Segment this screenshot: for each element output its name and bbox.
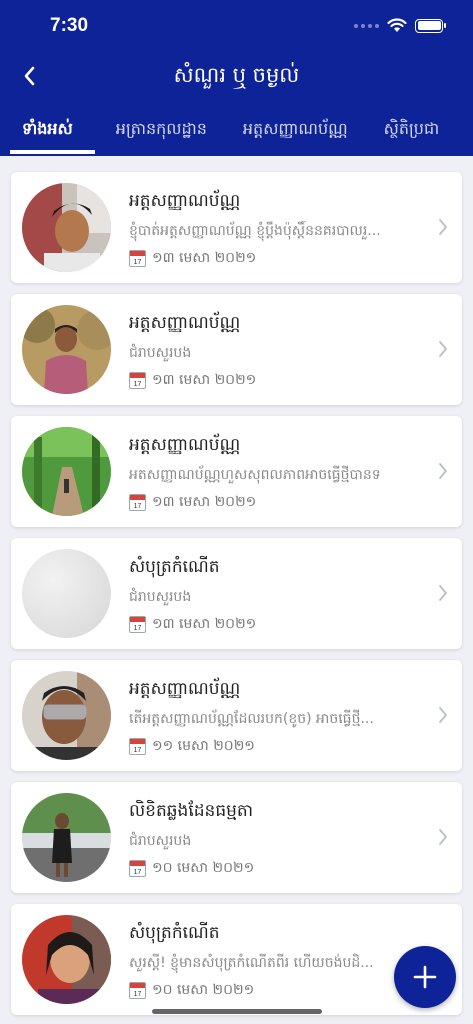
calendar-icon: 17	[129, 494, 146, 511]
tab-id-card[interactable]: អត្តសញ្ញាណប័ណ្ណ	[243, 102, 348, 156]
card-title: អត្តសញ្ញាណប័ណ្ណ	[129, 313, 241, 333]
question-card[interactable]: សំបុត្រកំណើត សួរស្តី! ខ្ញុំមានសំបុត្រកំណ…	[11, 904, 462, 1015]
status-bar: 7:30	[0, 0, 473, 54]
calendar-icon: 17	[129, 616, 146, 633]
chevron-right-icon	[439, 463, 448, 479]
question-card[interactable]: សំបុត្រកំណើត ជំរាបសួរបង 17 ១៣ មេសា ២០២១	[11, 538, 462, 649]
card-date: 17 ១០ មេសា ២០២១	[129, 858, 254, 879]
avatar	[22, 793, 111, 882]
card-date: 17 ១៣ មេសា ២០២១	[129, 370, 256, 391]
date-text: ១០ មេសា ២០២១	[152, 860, 255, 876]
status-time: 7:30	[50, 15, 89, 36]
date-text: ១៣ មេសា ២០២១	[152, 494, 257, 510]
question-card[interactable]: លិខិតឆ្លងដែនធម្មតា ជំរាបសួរបង 17 ១០ មេសា…	[11, 782, 462, 893]
card-date: 17 ១៣ មេសា ២០២១	[129, 248, 256, 269]
card-date: 17 ១៣ មេសា ២០២១	[129, 492, 256, 513]
page-title: សំណួរ ឬ ចម្ងល់	[173, 63, 300, 87]
signal-icon	[354, 23, 379, 28]
nav-bar: សំណួរ ឬ ចម្ងល់	[0, 54, 473, 100]
card-date: 17 ១១ មេសា ២០២១	[129, 736, 255, 757]
avatar	[22, 183, 111, 272]
calendar-icon: 17	[129, 860, 146, 877]
category-tabs: ទាំងអស់ អត្រានកុលដ្ឋាន អត្តសញ្ញាណប័ណ្ណ ស…	[0, 102, 473, 156]
wifi-icon	[387, 18, 407, 32]
avatar	[22, 305, 111, 394]
question-card[interactable]: អត្តសញ្ញាណប័ណ្ណ ខ្ញុំបាត់អត្តសញ្ញាណប័ណ្ណ…	[11, 172, 462, 283]
card-title: សំបុត្រកំណើត	[129, 923, 220, 943]
tab-label: អត្រានកុលដ្ឋាន	[115, 119, 207, 138]
card-title: អត្តសញ្ញាណប័ណ្ណ	[129, 679, 241, 699]
chevron-right-icon	[439, 585, 448, 601]
question-card[interactable]: អត្តសញ្ញាណប័ណ្ណ តើអត្តសញ្ញាណប័ណ្ណដែលរបក(…	[11, 660, 462, 771]
card-description: ជំរាបសួរបង	[129, 345, 192, 361]
card-description: តើអត្តសញ្ញាណប័ណ្ណដែលរបក(ខូច) អាចធ្វើថ្មី…	[129, 711, 374, 727]
card-description: សួរស្តី! ខ្ញុំមានសំបុត្រកំណើតពីរ ហើយចង់ប…	[129, 955, 374, 971]
app-header: 7:30 សំណួរ ឬ ចម្ងល់ ទាំងអស់ អត្រានកុលដ្ឋ…	[0, 0, 473, 156]
card-title: លិខិតឆ្លងដែនធម្មតា	[129, 801, 254, 821]
avatar-placeholder	[22, 549, 111, 638]
chevron-right-icon	[439, 829, 448, 845]
date-text: ១៣ មេសា ២០២១	[152, 616, 257, 632]
tab-all[interactable]: ទាំងអស់	[10, 102, 95, 156]
battery-icon	[415, 18, 446, 33]
calendar-icon: 17	[129, 738, 146, 755]
card-description: ខ្ញុំបាត់អត្តសញ្ញាណប័ណ្ណ ខ្ញុំប្តឹងប៉ុស្…	[129, 223, 381, 239]
active-tab-indicator	[10, 150, 95, 154]
card-title: អត្តសញ្ញាណប័ណ្ណ	[129, 435, 241, 455]
card-description: ជំរាបសួរបង	[129, 833, 192, 849]
date-text: ១០ មេសា ២០២១	[152, 982, 255, 998]
card-title: សំបុត្រកំណើត	[129, 557, 220, 577]
chevron-right-icon	[439, 219, 448, 235]
calendar-icon: 17	[129, 982, 146, 999]
status-icons	[354, 18, 446, 33]
card-description: ជំរាបសួរបង	[129, 589, 192, 605]
card-date: 17 ១៣ មេសា ២០២១	[129, 614, 256, 635]
add-question-button[interactable]	[394, 946, 456, 1008]
card-title: អត្តសញ្ញាណប័ណ្ណ	[129, 191, 241, 211]
plus-icon	[413, 965, 437, 989]
tab-statistics[interactable]: ស្ថិតិប្រជា	[384, 102, 440, 156]
card-description: អតសញ្ញាណប័ណ្ណហួសសុពលភាពអាចធ្វើថ្មីបានទ	[129, 467, 381, 483]
avatar	[22, 671, 111, 760]
chevron-right-icon	[439, 707, 448, 723]
calendar-icon: 17	[129, 250, 146, 267]
tab-label: ទាំងអស់	[22, 119, 73, 138]
tab-label: ស្ថិតិប្រជា	[383, 119, 440, 138]
home-indicator	[152, 1009, 322, 1014]
tab-civil-registry[interactable]: អត្រានកុលដ្ឋាន	[116, 102, 207, 156]
question-list: អត្តសញ្ញាណប័ណ្ណ ខ្ញុំបាត់អត្តសញ្ញាណប័ណ្ណ…	[11, 172, 462, 1024]
question-card[interactable]: អត្តសញ្ញាណប័ណ្ណ ជំរាបសួរបង 17 ១៣ មេសា ២០…	[11, 294, 462, 405]
card-date: 17 ១០ មេសា ២០២១	[129, 980, 254, 1001]
question-card[interactable]: អត្តសញ្ញាណប័ណ្ណ អតសញ្ញាណប័ណ្ណហួសសុពលភាពអ…	[11, 416, 462, 527]
date-text: ១១ មេសា ២០២១	[152, 738, 255, 754]
chevron-right-icon	[439, 341, 448, 357]
date-text: ១៣ មេសា ២០២១	[152, 372, 257, 388]
avatar	[22, 427, 111, 516]
avatar	[22, 915, 111, 1004]
calendar-icon: 17	[129, 372, 146, 389]
date-text: ១៣ មេសា ២០២១	[152, 250, 257, 266]
tab-label: អត្តសញ្ញាណប័ណ្ណ	[242, 119, 348, 138]
